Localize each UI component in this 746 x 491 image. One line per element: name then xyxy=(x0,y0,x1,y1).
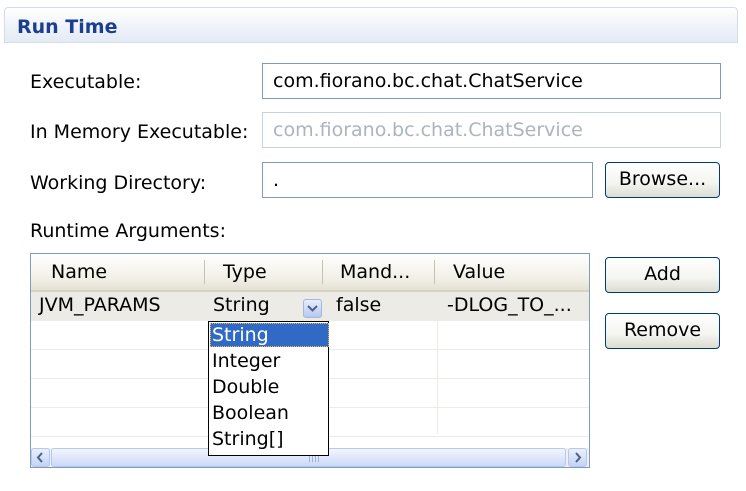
in-memory-executable-field: com.fiorano.bc.chat.ChatService xyxy=(262,112,721,148)
column-divider[interactable] xyxy=(204,260,205,284)
type-option-string-array[interactable]: String[] xyxy=(210,427,329,451)
executable-label: Executable: xyxy=(30,71,142,93)
in-memory-executable-label: In Memory Executable: xyxy=(30,121,249,143)
cell-name[interactable]: JVM_PARAMS xyxy=(39,294,161,316)
cell-value[interactable]: -DLOG_TO_... xyxy=(447,294,572,316)
browse-button[interactable]: Browse... xyxy=(605,162,720,198)
table-header: Name Type Mand... Value xyxy=(31,254,589,292)
working-directory-field[interactable]: . xyxy=(262,162,593,198)
executable-field[interactable]: com.fiorano.bc.chat.ChatService xyxy=(262,63,721,99)
arrow-left-icon[interactable] xyxy=(31,448,50,467)
type-option-string[interactable]: String xyxy=(210,323,329,347)
chevron-down-icon[interactable] xyxy=(303,299,322,318)
column-header-name[interactable]: Name xyxy=(51,261,107,283)
type-dropdown-list[interactable]: String Integer Double Boolean String[] xyxy=(208,321,329,456)
column-header-mandatory[interactable]: Mand... xyxy=(340,261,410,283)
run-time-section-header: Run Time xyxy=(4,7,738,43)
working-directory-label: Working Directory: xyxy=(30,172,207,194)
type-option-integer[interactable]: Integer xyxy=(210,349,329,373)
cell-type[interactable]: String xyxy=(213,294,270,316)
type-option-double[interactable]: Double xyxy=(210,375,329,399)
column-header-value[interactable]: Value xyxy=(453,261,505,283)
runtime-arguments-label: Runtime Arguments: xyxy=(30,220,226,242)
column-divider[interactable] xyxy=(322,260,323,284)
arrow-right-icon[interactable] xyxy=(568,448,587,467)
type-option-boolean[interactable]: Boolean xyxy=(210,401,329,425)
column-divider[interactable] xyxy=(434,260,435,284)
cell-mandatory[interactable]: false xyxy=(336,294,381,316)
add-button[interactable]: Add xyxy=(605,257,720,293)
section-title: Run Time xyxy=(17,16,118,38)
remove-button[interactable]: Remove xyxy=(605,313,720,349)
column-header-type[interactable]: Type xyxy=(223,261,267,283)
